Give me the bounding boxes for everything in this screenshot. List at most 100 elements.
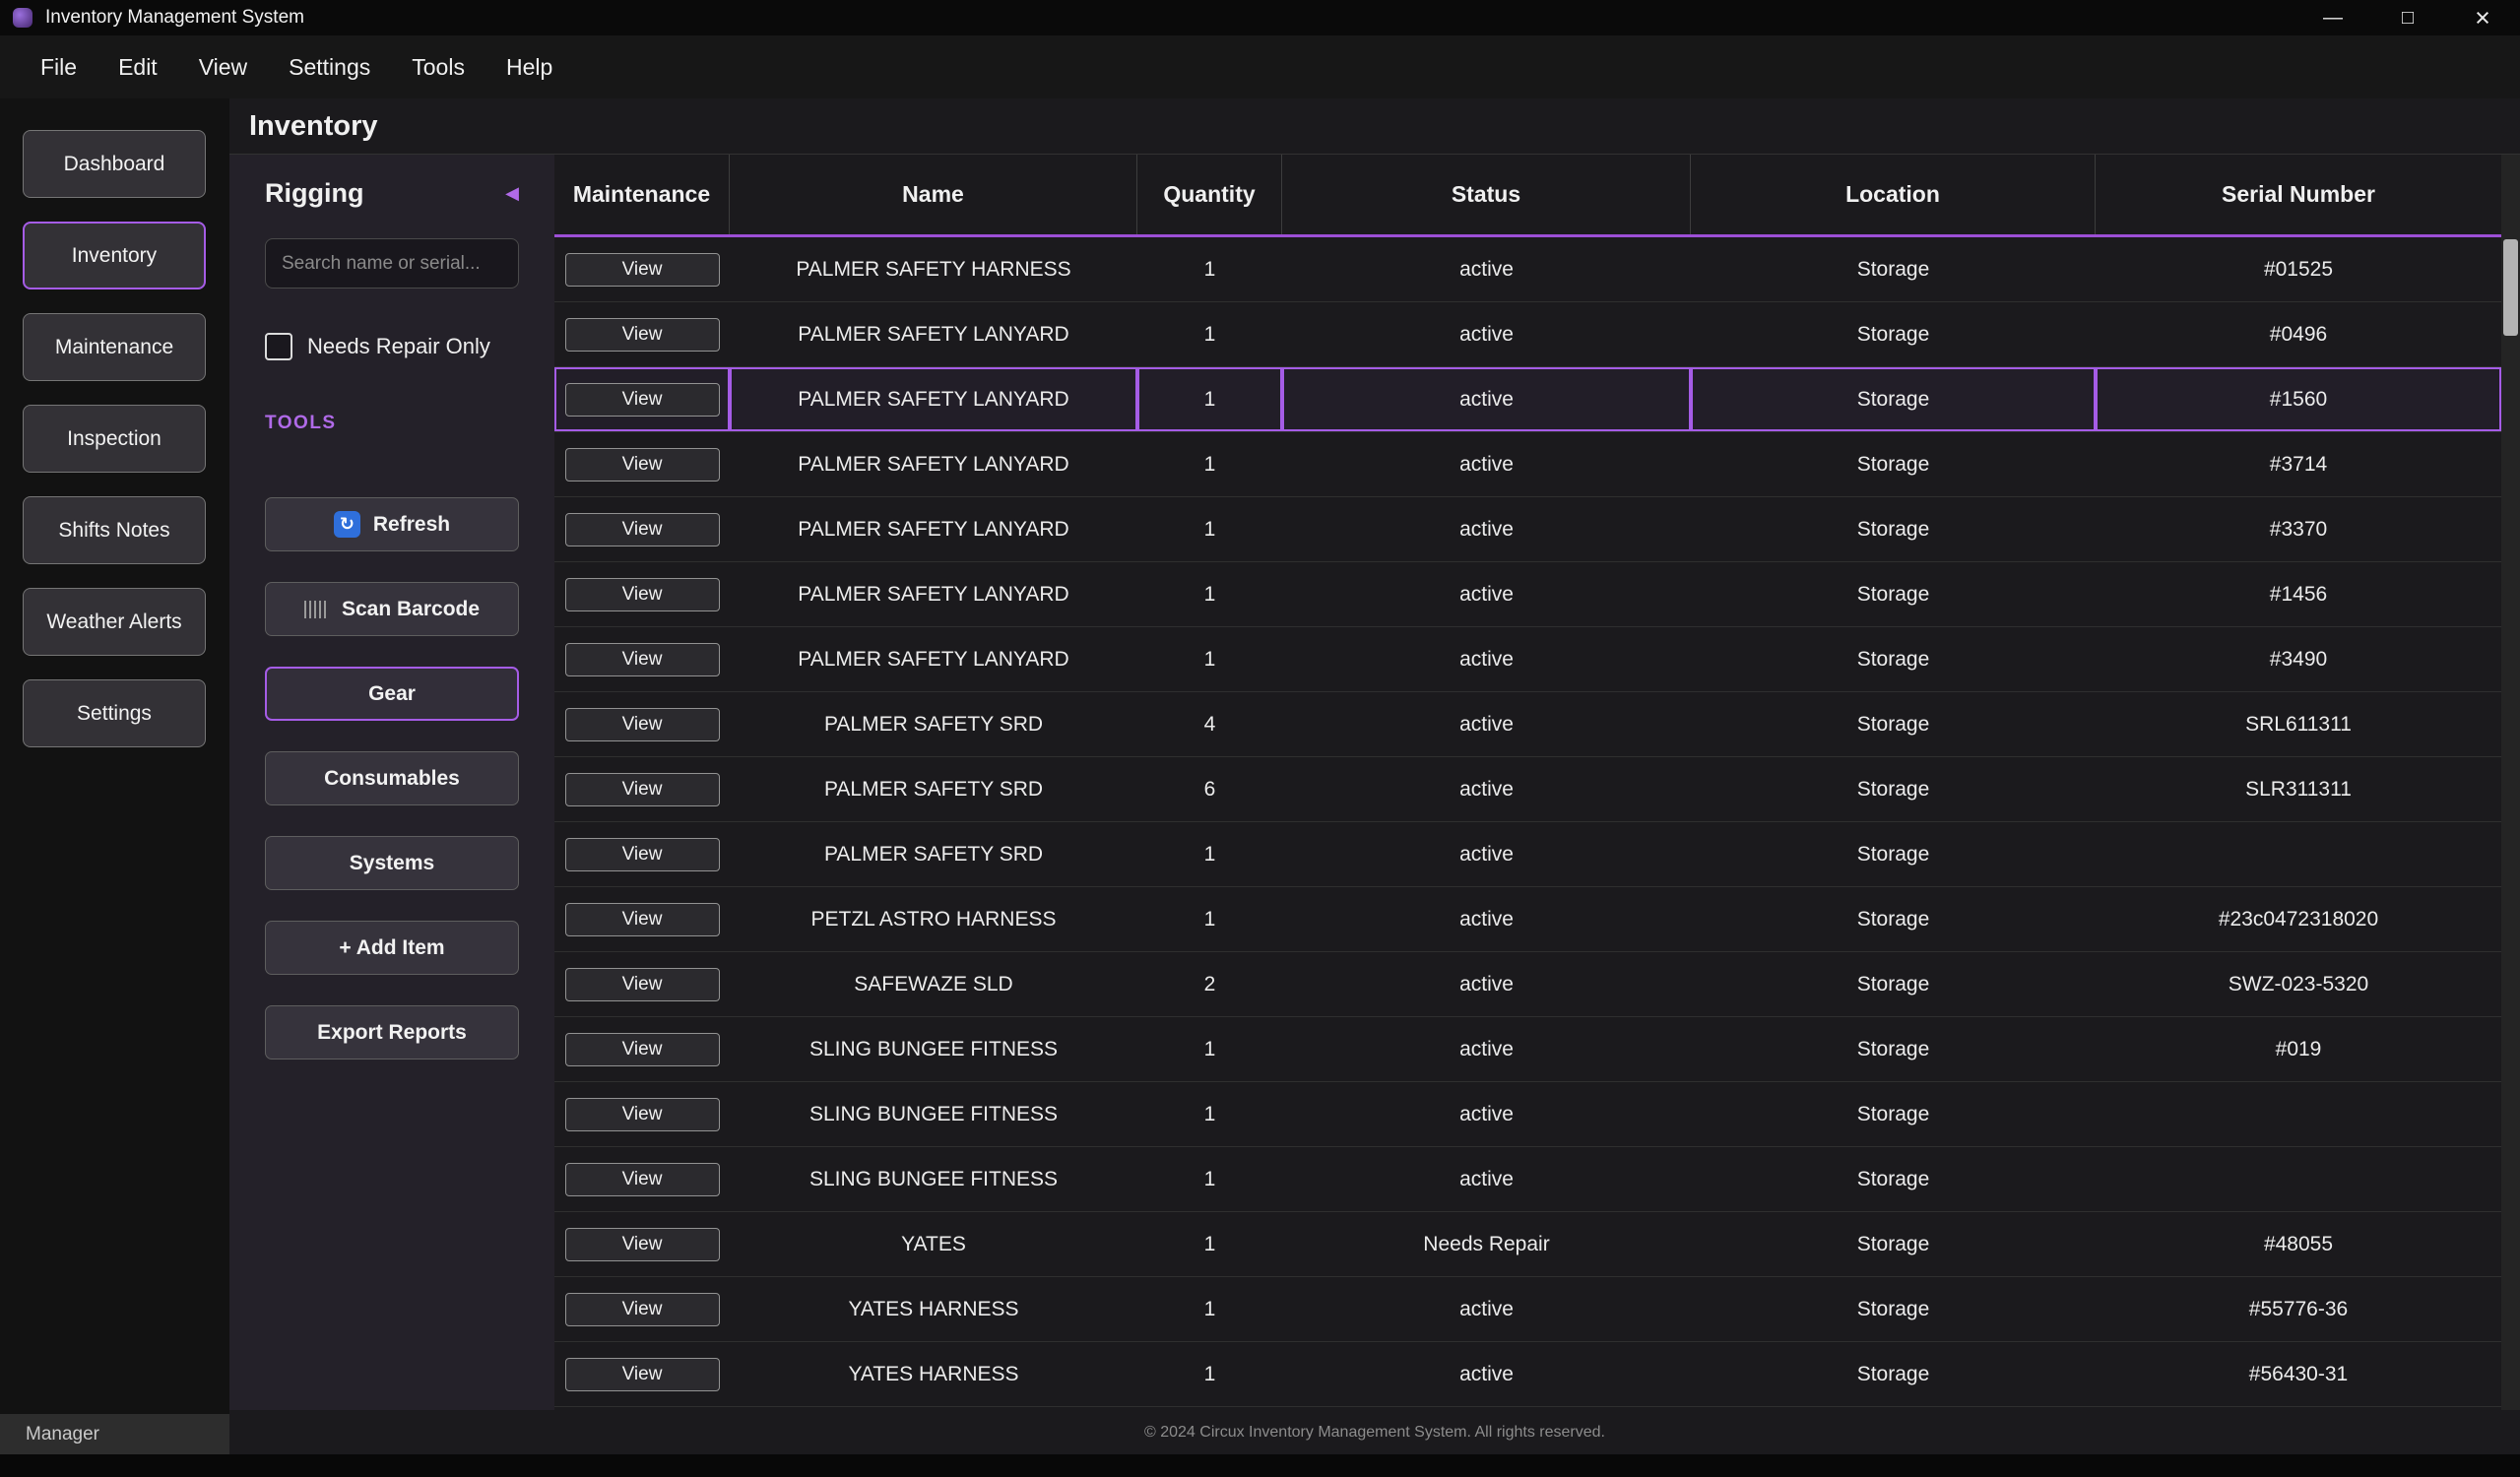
sidebar: Dashboard Inventory Maintenance Inspection S…	[0, 98, 229, 1454]
tool-button-refresh[interactable]: Refresh	[265, 497, 519, 551]
tool-button-scan-barcode[interactable]: Scan Barcode	[265, 582, 519, 636]
view-button[interactable]: View	[565, 968, 720, 1001]
needs-repair-checkbox[interactable]	[265, 333, 292, 360]
sidebar-item-maintenance[interactable]: Maintenance	[23, 313, 206, 381]
sidebar-item-dashboard[interactable]: Dashboard	[23, 130, 206, 198]
view-button[interactable]: View	[565, 253, 720, 287]
sidebar-item-weather-alerts[interactable]: Weather Alerts	[23, 588, 206, 656]
table-row[interactable]: View YATES HARNESS 1 active Storage #557…	[554, 1277, 2501, 1342]
view-button[interactable]: View	[565, 838, 720, 871]
table-row[interactable]: View PALMER SAFETY SRD 4 active Storage …	[554, 692, 2501, 757]
view-button[interactable]: View	[565, 1163, 720, 1196]
view-button[interactable]: View	[565, 708, 720, 741]
tool-button-label: Scan Barcode	[342, 598, 480, 621]
menu-bar: FileEditViewSettingsToolsHelp	[0, 35, 2520, 98]
needs-repair-filter: Needs Repair Only	[265, 333, 519, 360]
view-button[interactable]: View	[565, 318, 720, 352]
menu-item-edit[interactable]: Edit	[97, 35, 178, 98]
column-header-quantity: Quantity	[1137, 155, 1282, 234]
cell-name: PALMER SAFETY LANYARD	[730, 302, 1137, 366]
view-button[interactable]: View	[565, 448, 720, 482]
menu-item-tools[interactable]: Tools	[391, 35, 485, 98]
cell-location: Storage	[1691, 1277, 2096, 1341]
cell-maintenance: View	[554, 302, 730, 366]
cell-location: Storage	[1691, 237, 2096, 301]
scrollbar-thumb[interactable]	[2503, 239, 2518, 336]
table-row[interactable]: View SLING BUNGEE FITNESS 1 active Stora…	[554, 1147, 2501, 1212]
search-input[interactable]	[265, 238, 519, 289]
cell-name: YATES	[730, 1212, 1137, 1276]
tool-button-gear[interactable]: Gear	[265, 667, 519, 721]
cell-maintenance: View	[554, 1342, 730, 1406]
table-row[interactable]: View YATES HARNESS 1 active Storage #564…	[554, 1342, 2501, 1407]
cell-name: YATES HARNESS	[730, 1342, 1137, 1406]
table-row[interactable]: View YATES 1 Needs Repair Storage #48055	[554, 1212, 2501, 1277]
column-header-location: Location	[1691, 155, 2096, 234]
tools-list: Refresh Scan Barcode Gear Consumables Sy…	[265, 497, 519, 1060]
cell-name: PALMER SAFETY SRD	[730, 757, 1137, 821]
table-row[interactable]: View PALMER SAFETY LANYARD 1 active Stor…	[554, 432, 2501, 497]
menu-item-view[interactable]: View	[178, 35, 268, 98]
cell-status: active	[1282, 1147, 1691, 1211]
table-row[interactable]: View SAFEWAZE SLD 2 active Storage SWZ-0…	[554, 952, 2501, 1017]
cell-maintenance: View	[554, 627, 730, 691]
tool-button-label: Consumables	[324, 767, 460, 791]
view-button[interactable]: View	[565, 578, 720, 611]
refresh-icon	[334, 511, 360, 538]
minimize-icon[interactable]: —	[2295, 0, 2370, 35]
sidebar-nav: Dashboard Inventory Maintenance Inspection S…	[0, 98, 229, 747]
tool-button-systems[interactable]: Systems	[265, 836, 519, 890]
menu-item-settings[interactable]: Settings	[268, 35, 391, 98]
cell-maintenance: View	[554, 1212, 730, 1276]
view-button[interactable]: View	[565, 773, 720, 806]
cell-serial: #1456	[2096, 562, 2501, 626]
vertical-scrollbar[interactable]	[2501, 155, 2520, 1410]
barcode-icon	[304, 601, 329, 618]
table-row[interactable]: View PALMER SAFETY LANYARD 1 active Stor…	[554, 562, 2501, 627]
menu-item-file[interactable]: File	[20, 35, 97, 98]
collapse-panel-icon[interactable]: ◀	[505, 183, 519, 204]
tool-button-export-reports[interactable]: Export Reports	[265, 1005, 519, 1060]
cell-location: Storage	[1691, 497, 2096, 561]
cell-location: Storage	[1691, 952, 2096, 1016]
cell-status: active	[1282, 302, 1691, 366]
cell-quantity: 1	[1137, 237, 1282, 301]
cell-serial: #48055	[2096, 1212, 2501, 1276]
table-row[interactable]: View PALMER SAFETY LANYARD 1 active Stor…	[554, 367, 2501, 432]
table-header-row: Maintenance Name Quantity Status Locatio…	[554, 155, 2501, 237]
sidebar-item-inspection[interactable]: Inspection	[23, 405, 206, 473]
cell-quantity: 1	[1137, 822, 1282, 886]
tool-button-consumables[interactable]: Consumables	[265, 751, 519, 805]
table-row[interactable]: View PALMER SAFETY SRD 6 active Storage …	[554, 757, 2501, 822]
maximize-icon[interactable]: □	[2370, 0, 2445, 35]
view-button[interactable]: View	[565, 1098, 720, 1131]
cell-quantity: 1	[1137, 1212, 1282, 1276]
table-row[interactable]: View PALMER SAFETY LANYARD 1 active Stor…	[554, 627, 2501, 692]
table-row[interactable]: View SLING BUNGEE FITNESS 1 active Stora…	[554, 1017, 2501, 1082]
menu-item-help[interactable]: Help	[485, 35, 573, 98]
view-button[interactable]: View	[565, 1358, 720, 1391]
sidebar-item-shifts-notes[interactable]: Shifts Notes	[23, 496, 206, 564]
view-button[interactable]: View	[565, 643, 720, 676]
close-icon[interactable]: ×	[2445, 0, 2520, 35]
view-button[interactable]: View	[565, 903, 720, 936]
cell-location: Storage	[1691, 887, 2096, 951]
sidebar-item-inventory[interactable]: Inventory	[23, 222, 206, 289]
sidebar-item-settings[interactable]: Settings	[23, 679, 206, 747]
cell-quantity: 1	[1137, 432, 1282, 496]
cell-status: active	[1282, 1342, 1691, 1406]
view-button[interactable]: View	[565, 1293, 720, 1326]
view-button[interactable]: View	[565, 1033, 720, 1066]
table-row[interactable]: View PALMER SAFETY LANYARD 1 active Stor…	[554, 497, 2501, 562]
table-row[interactable]: View PALMER SAFETY LANYARD 1 active Stor…	[554, 302, 2501, 367]
table-row[interactable]: View PALMER SAFETY SRD 1 active Storage	[554, 822, 2501, 887]
table-row[interactable]: View SLING BUNGEE FITNESS 1 active Stora…	[554, 1082, 2501, 1147]
view-button[interactable]: View	[565, 383, 720, 417]
table-row[interactable]: View PALMER SAFETY HARNESS 1 active Stor…	[554, 237, 2501, 302]
cell-location: Storage	[1691, 692, 2096, 756]
view-button[interactable]: View	[565, 1228, 720, 1261]
table-row[interactable]: View PETZL ASTRO HARNESS 1 active Storag…	[554, 887, 2501, 952]
view-button[interactable]: View	[565, 513, 720, 546]
tool-button-add-item[interactable]: + Add Item	[265, 921, 519, 975]
tool-button-label: Export Reports	[317, 1021, 467, 1045]
